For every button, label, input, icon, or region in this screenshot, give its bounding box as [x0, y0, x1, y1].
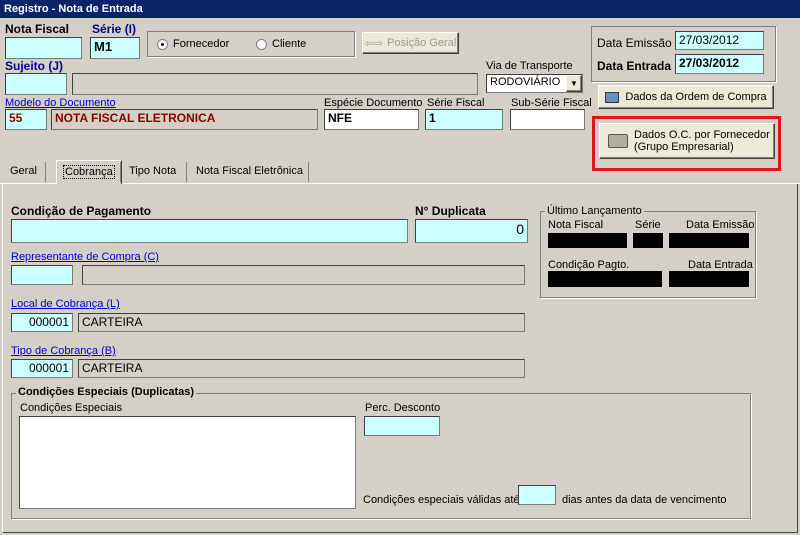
- tab-separator: [186, 162, 187, 182]
- dados-ordem-compra-button[interactable]: Dados da Ordem de Compra: [598, 85, 774, 109]
- especie-documento-input[interactable]: NFE: [324, 109, 419, 130]
- sub-serie-fiscal-label: Sub-Série Fiscal: [511, 97, 592, 109]
- modelo-documento-label[interactable]: Modelo do Documento: [5, 97, 116, 109]
- radio-fornecedor-label: Fornecedor: [173, 38, 230, 50]
- ul-data-entrada-label: Data Entrada: [688, 259, 753, 271]
- tab-nota-fiscal-eletronica[interactable]: Nota Fiscal Eletrônica: [190, 160, 309, 182]
- condicoes-especiais-title: Condições Especiais (Duplicatas): [16, 386, 197, 398]
- ul-nota-fiscal-label: Nota Fiscal: [548, 219, 604, 231]
- tipo-cobranca-code-input[interactable]: 000001: [11, 359, 73, 378]
- condicao-pagamento-input[interactable]: [11, 219, 408, 243]
- local-cobranca-code-input[interactable]: 000001: [11, 313, 73, 332]
- ul-serie-value: [633, 233, 663, 248]
- radio-cliente-circle[interactable]: [256, 38, 267, 50]
- serie-label: Série (I): [92, 22, 137, 36]
- via-transporte-value: RODOVIÁRIO: [490, 76, 561, 88]
- dias-input[interactable]: [518, 485, 556, 505]
- representante-code-input[interactable]: [11, 265, 73, 285]
- serie-fiscal-label: Série Fiscal: [427, 97, 485, 109]
- radio-fornecedor-circle[interactable]: [157, 38, 168, 50]
- validas-ate-label: Condições especiais válidas até: [363, 494, 520, 506]
- tipo-cobranca-name-field: CARTEIRA: [78, 359, 525, 378]
- tipo-cobranca-label[interactable]: Tipo de Cobrança (B): [11, 345, 116, 357]
- serie-fiscal-input[interactable]: 1: [425, 109, 503, 130]
- ultimo-lancamento-title: Último Lançamento: [545, 205, 644, 217]
- data-emissao-label: Data Emissão: [597, 36, 672, 50]
- condicao-pagamento-label: Condição de Pagamento: [11, 204, 152, 218]
- radio-fornecedor[interactable]: Fornecedor: [157, 38, 229, 50]
- radio-cliente[interactable]: Cliente: [256, 38, 306, 50]
- data-entrada-label: Data Entrada: [597, 59, 672, 73]
- ul-serie-label: Série: [635, 219, 661, 231]
- ul-data-emissao-label: Data Emissão: [686, 219, 755, 231]
- modelo-documento-name-field: NOTA FISCAL ELETRONICA: [51, 109, 318, 130]
- ul-nota-fiscal-value: [548, 233, 627, 248]
- sujeito-label: Sujeito (J): [5, 59, 64, 73]
- tab-cobranca-label: Cobrança: [63, 165, 115, 179]
- posicao-geral-button-label: Posição Geral: [387, 37, 457, 49]
- dias-antes-label: dias antes da data de vencimento: [562, 494, 727, 506]
- printer-icon: [605, 91, 620, 103]
- local-cobranca-name-field: CARTEIRA: [78, 313, 525, 332]
- data-entrada-input[interactable]: 27/03/2012: [675, 54, 764, 74]
- data-emissao-input[interactable]: 27/03/2012: [675, 31, 764, 50]
- dados-oc-fornecedor-line1: Dados O.C. por Fornecedor: [634, 129, 770, 141]
- coins-icon: [608, 134, 628, 148]
- nota-fiscal-input[interactable]: [5, 37, 82, 59]
- condicoes-especiais-textarea[interactable]: [19, 416, 356, 509]
- tab-separator: [45, 162, 46, 182]
- sujeito-code-input[interactable]: [5, 73, 67, 95]
- main-window: Registro - Nota de Entrada Nota Fiscal S…: [0, 0, 800, 535]
- dados-ordem-compra-label: Dados da Ordem de Compra: [625, 91, 767, 103]
- arrows-icon: ⇦⇨: [364, 37, 384, 50]
- radio-cliente-label: Cliente: [272, 38, 307, 50]
- tab-tipo-nota[interactable]: Tipo Nota: [123, 160, 182, 182]
- modelo-documento-code-input[interactable]: 55: [5, 109, 47, 130]
- ul-condicao-pagto-value: [548, 271, 662, 287]
- window-titlebar: Registro - Nota de Entrada: [0, 0, 800, 18]
- especie-documento-label: Espécie Documento: [324, 97, 423, 109]
- dados-oc-fornecedor-line2: (Grupo Empresarial): [634, 141, 734, 153]
- dados-oc-fornecedor-label: Dados O.C. por Fornecedor (Grupo Empresa…: [634, 129, 770, 153]
- representante-name-field: [82, 265, 525, 285]
- representante-label[interactable]: Representante de Compra (C): [11, 251, 159, 263]
- sujeito-name-field: [72, 73, 478, 95]
- perc-desconto-label: Perc. Desconto: [365, 402, 441, 414]
- condicoes-especiais-textarea-label: Condições Especiais: [20, 402, 123, 414]
- ul-data-entrada-value: [669, 271, 749, 287]
- nota-fiscal-label: Nota Fiscal: [5, 22, 70, 36]
- ul-condicao-pagto-label: Condição Pagto.: [548, 259, 630, 271]
- tab-separator: [120, 162, 121, 182]
- sub-serie-fiscal-input[interactable]: [510, 109, 585, 130]
- posicao-geral-button[interactable]: ⇦⇨ Posição Geral: [362, 32, 459, 54]
- tab-cobranca[interactable]: Cobrança: [56, 160, 122, 184]
- dados-oc-fornecedor-button[interactable]: Dados O.C. por Fornecedor (Grupo Empresa…: [599, 123, 775, 159]
- n-duplicata-label: N° Duplicata: [415, 204, 486, 218]
- serie-input[interactable]: M1: [90, 37, 140, 59]
- local-cobranca-label[interactable]: Local de Cobrança (L): [11, 298, 120, 310]
- ul-data-emissao-value: [669, 233, 749, 248]
- n-duplicata-input[interactable]: 0: [415, 219, 528, 243]
- via-transporte-label: Via de Transporte: [486, 60, 573, 72]
- tab-separator: [308, 162, 309, 182]
- tab-geral[interactable]: Geral: [4, 160, 43, 182]
- chevron-down-icon[interactable]: ▼: [566, 75, 582, 92]
- perc-desconto-input[interactable]: [364, 416, 440, 436]
